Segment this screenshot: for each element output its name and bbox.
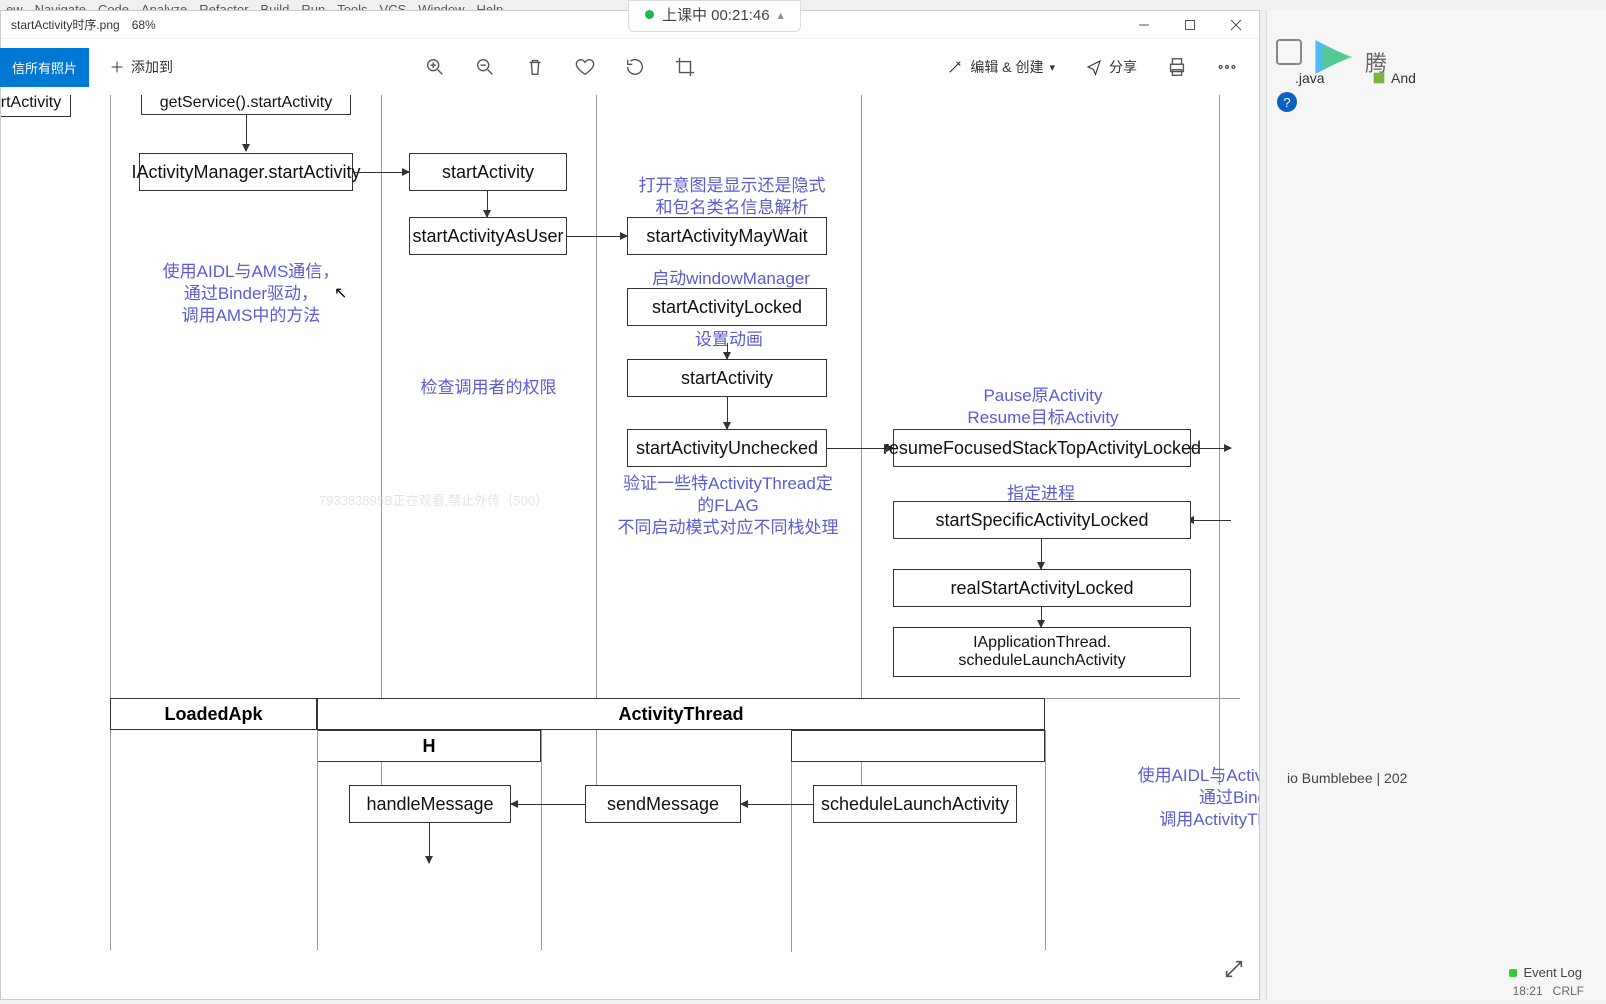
class-status-pill[interactable]: 上课中 00:21:46 ▴ [628, 0, 801, 32]
swimlane-divider [861, 95, 862, 785]
photos-window: startActivity时序.png 68% 信所有照片 添加到 编辑 & 创… [0, 10, 1260, 1000]
box-startActivity2: startActivity [627, 359, 827, 397]
edit-create-button[interactable]: 编辑 & 创建 ▾ [936, 51, 1065, 83]
maximize-button[interactable] [1167, 11, 1213, 39]
swimlane-divider [1045, 730, 1046, 950]
zoom-in-button[interactable] [415, 47, 455, 87]
arrow [487, 191, 488, 217]
arrow [567, 236, 627, 237]
print-button[interactable] [1157, 47, 1197, 87]
mouse-cursor-icon: ↖ [334, 283, 347, 303]
more-button[interactable] [1207, 47, 1247, 87]
box-handleMessage: handleMessage [349, 785, 511, 823]
swimlane-divider [110, 95, 111, 785]
share-button[interactable]: 分享 [1075, 51, 1147, 83]
header-loadedapk: LoadedApk [110, 698, 317, 730]
header-applicationthread: ApplicationThread [791, 730, 1045, 762]
ann-wm: 启动windowManager [646, 268, 816, 290]
crop-button[interactable] [665, 47, 705, 87]
arrow [727, 343, 728, 359]
zoom-out-button[interactable] [465, 47, 505, 87]
rotate-button[interactable] [615, 47, 655, 87]
photos-toolbar: 信所有照片 添加到 编辑 & 创建 ▾ 分享 [1, 39, 1259, 95]
box-startActivityLocked: startActivityLocked [627, 288, 827, 326]
ide-toolbox-icon[interactable] [1273, 36, 1305, 68]
ann-pause-resume: Pause原ActivityResume目标Activity [963, 385, 1123, 429]
swimlane-divider [381, 95, 382, 785]
box-realStart: realStartActivityLocked [893, 569, 1191, 607]
wand-icon [946, 58, 964, 76]
help-badge-icon[interactable]: ? [1277, 92, 1297, 112]
swimlane-divider [317, 730, 318, 950]
arrow [246, 115, 247, 151]
box-scheduleLaunch: scheduleLaunchActivity [813, 785, 1017, 823]
box-resumeFocused: resumeFocusedStackTopActivityLocked [893, 429, 1191, 467]
box-startActivity1: startActivity [409, 153, 567, 191]
swimlane-divider [110, 730, 111, 950]
ann-intent: 打开意图是显示还是隐式和包名类名信息解析 [637, 175, 827, 219]
header-H: H [317, 730, 541, 762]
recording-dot-icon [645, 10, 654, 19]
box-startSpecific: startSpecificActivityLocked [893, 501, 1191, 539]
arrow [1191, 448, 1231, 449]
arrow [353, 172, 409, 173]
arrow [1041, 607, 1042, 627]
zoom-level: 68% [132, 18, 156, 32]
box-iAppThread: IApplicationThread. scheduleLaunchActivi… [893, 627, 1191, 677]
minimize-button[interactable] [1121, 11, 1167, 39]
event-log-button[interactable]: Event Log [1509, 965, 1582, 980]
chevron-up-icon: ▴ [778, 8, 784, 22]
ann-anim: 设置动画 [689, 329, 769, 351]
add-to-button[interactable]: 添加到 [99, 51, 183, 83]
arrow [429, 823, 430, 863]
share-icon [1085, 58, 1103, 76]
box-startActivityAsUser: startActivityAsUser [409, 217, 567, 255]
swimlane-divider [596, 95, 597, 785]
ide-panel-title: io Bumblebee | 202 [1287, 770, 1407, 786]
delete-button[interactable] [515, 47, 555, 87]
diagram-canvas[interactable]: rtActivity getService().startActivity IA… [1, 95, 1259, 999]
java-file-tab[interactable]: .java [1295, 70, 1325, 86]
swimlane-divider [791, 762, 792, 952]
watermark: 793383895B正在观看,禁止外传（500） [319, 490, 548, 509]
arrow [1041, 539, 1042, 569]
ann-aidl-ams: 使用AIDL与AMS通信，通过Binder驱动，调用AMS中的方法 [161, 261, 341, 327]
favorite-button[interactable] [565, 47, 605, 87]
arrow [511, 804, 585, 805]
arrow [727, 397, 728, 429]
file-name: startActivity时序.png [11, 16, 120, 33]
status-pill-text: 上课中 00:21:46 [662, 4, 770, 25]
box-rtActivity: rtActivity [1, 95, 71, 117]
fullscreen-button[interactable] [1223, 958, 1245, 985]
box-startActivityUnchecked: startActivityUnchecked [627, 429, 827, 467]
box-IActivityManager: IActivityManager.startActivity [139, 153, 353, 191]
ann-check-perm: 检查调用者的权限 [416, 377, 561, 399]
swimlane-divider [541, 730, 542, 950]
ide-right-panel: 腾 .java And ? io Bumblebee | 202 Event L… [1266, 10, 1606, 1000]
ann-flag: 验证一些特ActivityThread定的FLAG不同启动模式对应不同栈处理 [617, 473, 839, 539]
close-button[interactable] [1213, 11, 1259, 39]
box-getService: getService().startActivity [141, 95, 351, 115]
box-sendMessage: sendMessage [585, 785, 741, 823]
see-all-photos-button[interactable]: 信所有照片 [0, 48, 89, 87]
plus-icon [109, 59, 125, 75]
header-activitythread: ActivityThread [317, 698, 1045, 730]
android-file-tab[interactable]: And [1371, 70, 1416, 86]
ann-aidl-activi: 使用AIDL与Activi通过Bind调用ActivityTh [1097, 765, 1259, 831]
box-startActivityMayWait: startActivityMayWait [627, 217, 827, 255]
chevron-down-icon: ▾ [1049, 61, 1055, 74]
swimlane-divider [1219, 95, 1220, 785]
ide-statusbar: 18:21CRLF [1513, 984, 1584, 998]
arrow [741, 804, 813, 805]
arrow [1187, 520, 1231, 521]
